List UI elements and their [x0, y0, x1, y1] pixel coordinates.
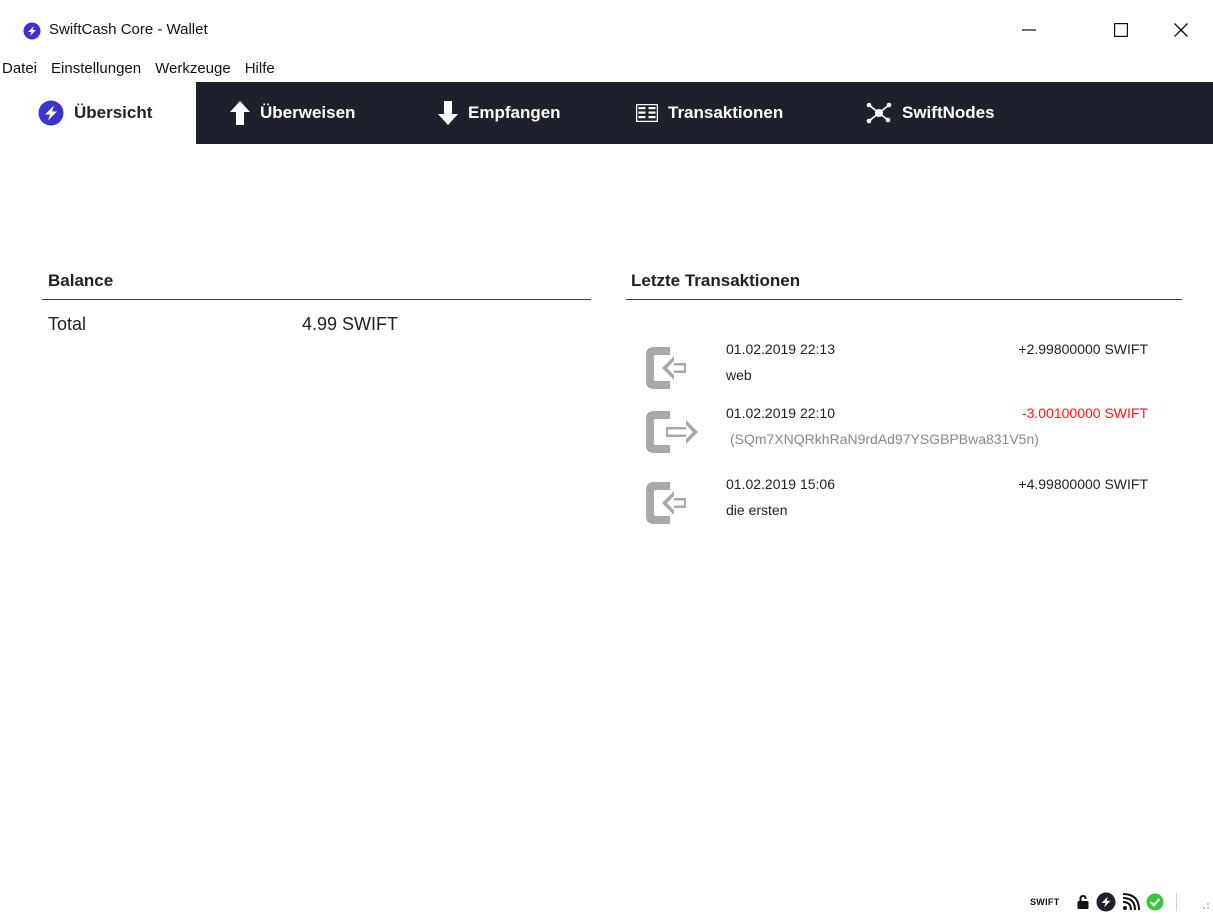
- transaction-label: die ersten: [726, 502, 788, 518]
- arrow-down-icon: [438, 101, 458, 125]
- status-bar: SWIFT: [1030, 890, 1177, 914]
- swift-logo-icon: [1096, 892, 1115, 912]
- synced-check-icon[interactable]: [1146, 893, 1164, 911]
- transaction-amount: -3.00100000 SWIFT: [1021, 405, 1148, 421]
- balance-heading: Balance: [48, 271, 114, 290]
- swiftcash-logo-icon: [23, 22, 41, 40]
- tab-transactions[interactable]: Transaktionen: [636, 82, 783, 144]
- tab-receive-label: Empfangen: [468, 103, 561, 122]
- tab-overview-label: Übersicht: [74, 103, 153, 122]
- incoming-transaction-icon: [646, 482, 686, 524]
- outgoing-transaction-icon: [646, 411, 698, 453]
- maximize-icon: [1114, 23, 1128, 37]
- swift-logo-icon: [38, 100, 64, 126]
- network-icon[interactable]: [1122, 893, 1140, 911]
- recent-transactions-divider: [626, 299, 1182, 300]
- resize-grip-icon[interactable]: [1198, 898, 1210, 910]
- transaction-label: web: [726, 367, 752, 383]
- incoming-transaction-icon: [646, 347, 686, 389]
- nodes-network-icon: [866, 102, 892, 124]
- transaction-amount: +2.99800000 SWIFT: [1018, 341, 1148, 357]
- recent-transactions-heading: Letzte Transaktionen: [631, 271, 801, 290]
- transaction-date: 01.02.2019 22:13: [726, 341, 835, 357]
- window-title: SwiftCash Core - Wallet: [49, 21, 208, 38]
- close-icon: [1174, 23, 1188, 37]
- transaction-amount: +4.99800000 SWIFT: [1018, 476, 1148, 492]
- close-button[interactable]: [1158, 10, 1204, 50]
- title-bar: SwiftCash Core - Wallet: [0, 0, 1213, 60]
- transaction-row[interactable]: 01.02.2019 22:10 (SQm7XNQRkhRaN9rdAd97YS…: [640, 405, 1170, 471]
- menu-einstellungen[interactable]: Einstellungen: [44, 58, 148, 82]
- main-toolbar: Übersicht Überweisen Empfangen Transakti…: [0, 82, 1213, 144]
- transaction-address: (SQm7XNQRkhRaN9rdAd97YSGBPBwa831V5n): [730, 431, 1039, 447]
- transactions-list-icon: [636, 104, 658, 122]
- status-separator: [1175, 893, 1177, 911]
- menu-datei[interactable]: Datei: [0, 58, 44, 82]
- unit-selector[interactable]: SWIFT: [1030, 897, 1060, 907]
- maximize-button[interactable]: [1098, 10, 1144, 50]
- total-balance-value: 4.99 SWIFT: [302, 314, 399, 334]
- tab-swiftnodes-label: SwiftNodes: [902, 103, 995, 122]
- menu-bar: Datei Einstellungen Werkzeuge Hilfe: [0, 58, 282, 82]
- menu-hilfe[interactable]: Hilfe: [238, 58, 282, 82]
- minimize-button[interactable]: [1006, 10, 1052, 50]
- tab-overview[interactable]: Übersicht: [0, 82, 196, 144]
- menu-werkzeuge[interactable]: Werkzeuge: [148, 58, 238, 82]
- transaction-date: 01.02.2019 15:06: [726, 476, 835, 492]
- tab-send[interactable]: Überweisen: [230, 82, 355, 144]
- transaction-date: 01.02.2019 22:10: [726, 405, 835, 421]
- total-label: Total: [48, 314, 87, 334]
- tab-send-label: Überweisen: [260, 103, 356, 122]
- arrow-up-icon: [230, 101, 250, 125]
- tab-transactions-label: Transaktionen: [668, 103, 784, 122]
- minimize-icon: [1022, 29, 1036, 31]
- transaction-row[interactable]: 01.02.2019 22:13 web +2.99800000 SWIFT: [640, 341, 1170, 407]
- balance-divider: [42, 299, 591, 300]
- lock-icon[interactable]: [1076, 894, 1090, 910]
- tab-swiftnodes[interactable]: SwiftNodes: [866, 82, 995, 144]
- tab-receive[interactable]: Empfangen: [438, 82, 561, 144]
- transaction-row[interactable]: 01.02.2019 15:06 die ersten +4.99800000 …: [640, 476, 1170, 542]
